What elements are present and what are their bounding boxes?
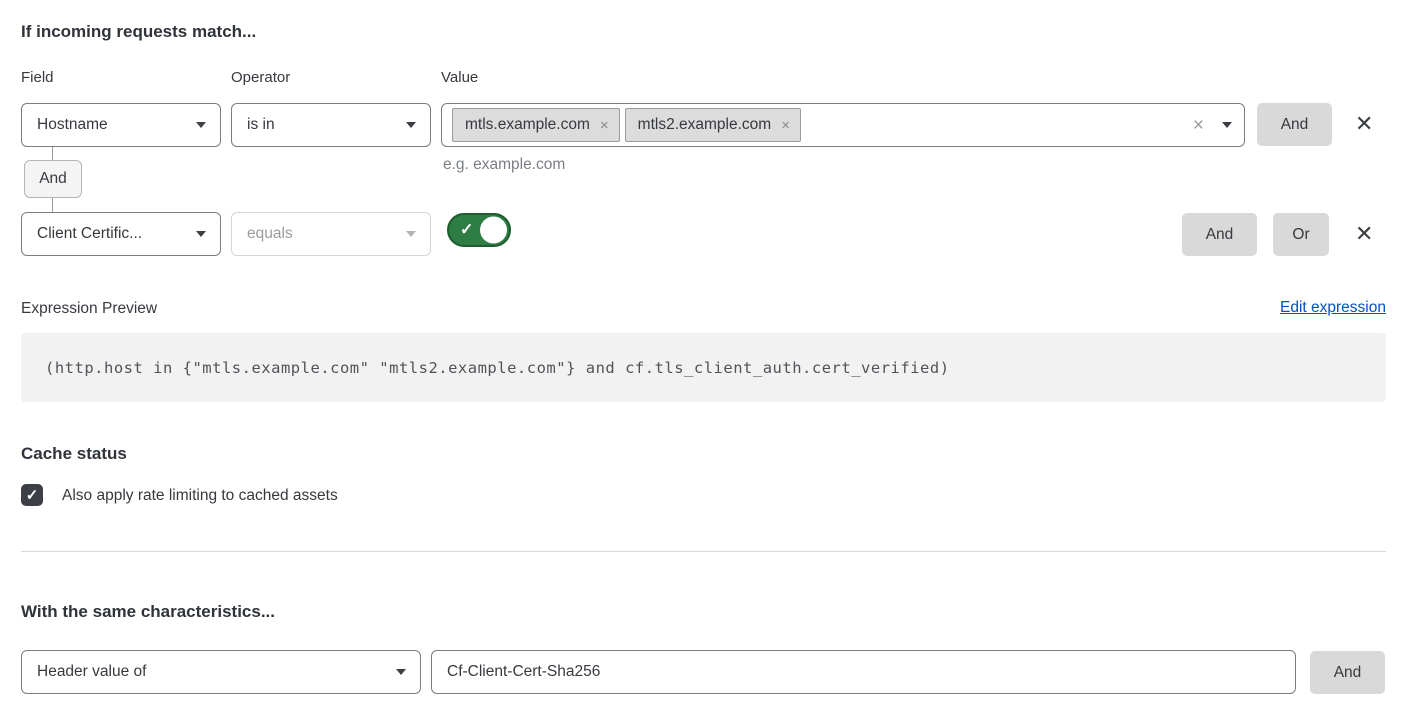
operator-select-row2-placeholder: equals bbox=[247, 225, 396, 243]
field-select-row1-value: Hostname bbox=[37, 116, 186, 134]
field-select-row2[interactable]: Client Certific... bbox=[21, 212, 221, 256]
operator-select-row2: equals bbox=[231, 212, 431, 256]
cached-assets-checkbox[interactable]: ✓ bbox=[21, 484, 43, 506]
characteristics-title: With the same characteristics... bbox=[21, 602, 275, 622]
toggle-knob bbox=[480, 217, 507, 244]
cache-status-title: Cache status bbox=[21, 444, 127, 464]
characteristic-select[interactable]: Header value of bbox=[21, 650, 421, 694]
toggle-check-icon: ✓ bbox=[460, 220, 473, 240]
cert-verified-toggle[interactable]: ✓ bbox=[447, 213, 511, 247]
and-button-characteristics[interactable]: And bbox=[1310, 651, 1385, 694]
cached-assets-checkbox-label: Also apply rate limiting to cached asset… bbox=[62, 487, 338, 505]
and-button-row1[interactable]: And bbox=[1257, 103, 1332, 146]
connector-line-top bbox=[52, 147, 53, 160]
characteristic-select-value: Header value of bbox=[37, 663, 386, 681]
remove-row1-icon[interactable]: ✕ bbox=[1355, 113, 1373, 135]
operator-column-label: Operator bbox=[231, 69, 290, 86]
header-name-input[interactable] bbox=[431, 650, 1296, 694]
field-select-row2-value: Client Certific... bbox=[37, 225, 186, 243]
value-column-label: Value bbox=[441, 69, 478, 86]
connector-and-chip[interactable]: And bbox=[24, 160, 82, 198]
field-select-row1[interactable]: Hostname bbox=[21, 103, 221, 147]
and-button-row2[interactable]: And bbox=[1182, 213, 1257, 256]
value-helper-text: e.g. example.com bbox=[443, 156, 565, 174]
expression-preview-label: Expression Preview bbox=[21, 300, 157, 318]
or-button-row2[interactable]: Or bbox=[1273, 213, 1329, 256]
field-column-label: Field bbox=[21, 69, 54, 86]
clear-all-icon[interactable]: × bbox=[1193, 116, 1204, 135]
operator-select-row1[interactable]: is in bbox=[231, 103, 431, 147]
match-section-title: If incoming requests match... bbox=[21, 22, 256, 42]
checkbox-check-icon: ✓ bbox=[26, 486, 39, 504]
connector-line-bottom bbox=[52, 198, 53, 212]
chevron-down-icon bbox=[396, 669, 406, 675]
value-tag: mtls2.example.com × bbox=[625, 108, 801, 142]
tag-remove-icon[interactable]: × bbox=[781, 118, 790, 133]
chevron-down-icon bbox=[1222, 122, 1232, 128]
chevron-down-icon bbox=[196, 231, 206, 237]
section-divider bbox=[21, 551, 1386, 552]
chevron-down-icon bbox=[406, 231, 416, 237]
chevron-down-icon bbox=[406, 122, 416, 128]
value-tag-text: mtls.example.com bbox=[465, 116, 590, 134]
expression-code-block: (http.host in {"mtls.example.com" "mtls2… bbox=[21, 333, 1386, 402]
value-tag-text: mtls2.example.com bbox=[638, 116, 772, 134]
remove-row2-icon[interactable]: ✕ bbox=[1355, 223, 1373, 245]
tag-remove-icon[interactable]: × bbox=[600, 118, 609, 133]
rule-builder-panel: If incoming requests match... Field Oper… bbox=[0, 0, 1420, 720]
chevron-down-icon bbox=[196, 122, 206, 128]
expression-code: (http.host in {"mtls.example.com" "mtls2… bbox=[45, 359, 950, 377]
value-tag: mtls.example.com × bbox=[452, 108, 620, 142]
edit-expression-link[interactable]: Edit expression bbox=[1280, 299, 1386, 317]
operator-select-row1-value: is in bbox=[247, 116, 396, 134]
value-multiselect-row1[interactable]: mtls.example.com × mtls2.example.com × × bbox=[441, 103, 1245, 147]
